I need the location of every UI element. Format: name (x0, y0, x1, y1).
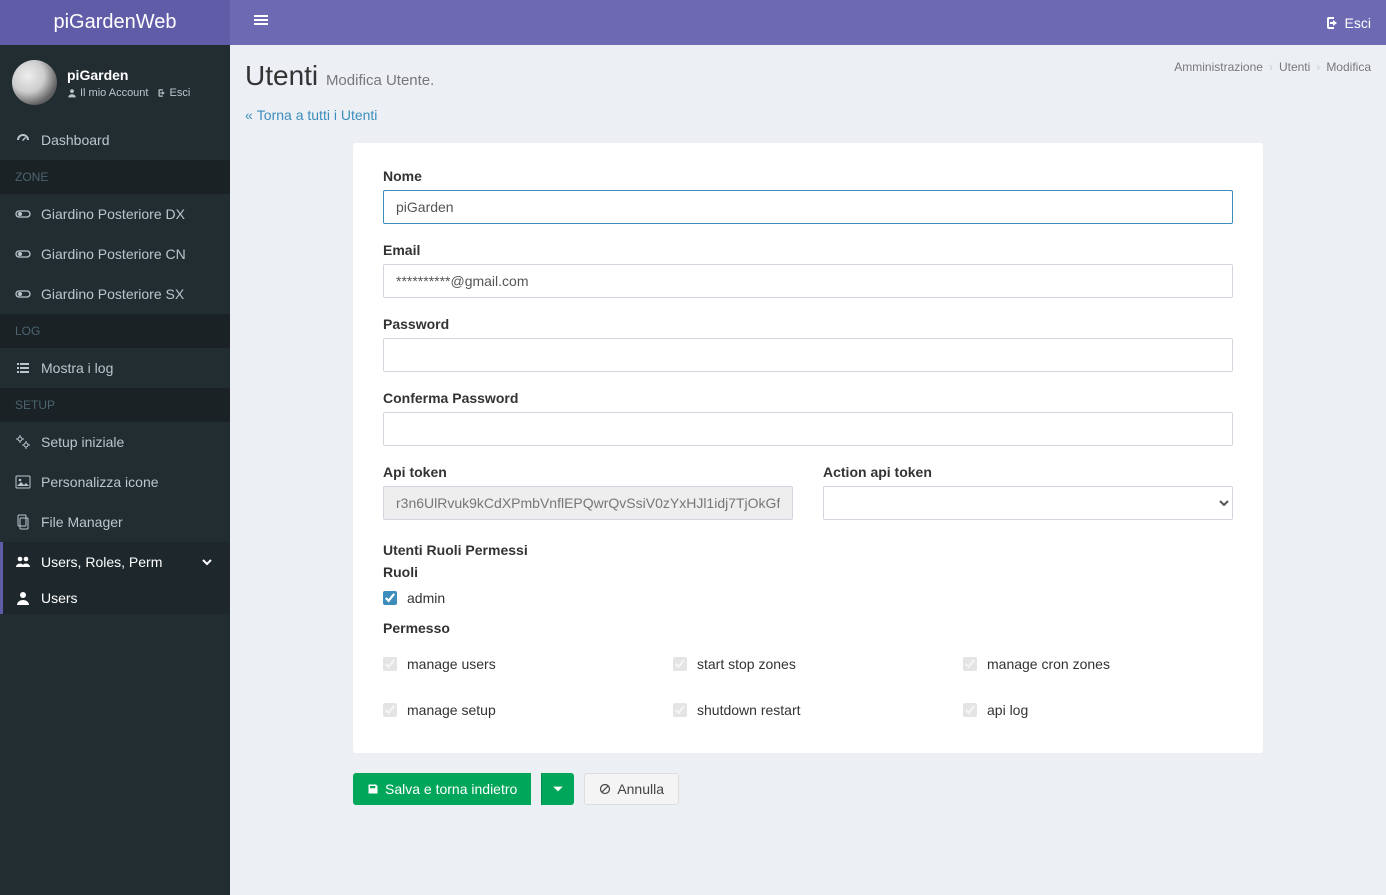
permission-checkbox-1[interactable] (673, 657, 687, 671)
user-name: piGarden (67, 67, 190, 83)
caret-down-icon (552, 783, 564, 795)
bars-icon (253, 12, 269, 28)
files-icon (15, 514, 31, 530)
sign-out-icon (1323, 15, 1339, 31)
sidebar-item-zone-1[interactable]: Giardino Posteriore CN (0, 234, 230, 274)
roles-label: Ruoli (383, 564, 1233, 580)
permission-checkbox-5[interactable] (963, 703, 977, 717)
roles-section-label: Utenti Ruoli Permessi (383, 542, 1233, 558)
cancel-button[interactable]: Annulla (584, 773, 679, 805)
permission-label-3: manage setup (407, 702, 496, 718)
brand-logo[interactable]: piGardenWeb (0, 0, 230, 45)
sidebar-item-dashboard[interactable]: Dashboard (0, 120, 230, 160)
breadcrumb: Amministrazione › Utenti › Modifica (1174, 60, 1371, 74)
dashboard-icon (15, 132, 31, 148)
sidebar-item-zone-2[interactable]: Giardino Posteriore SX (0, 274, 230, 314)
name-input[interactable] (383, 190, 1233, 224)
password-input[interactable] (383, 338, 1233, 372)
breadcrumb-admin[interactable]: Amministrazione (1174, 60, 1263, 74)
action-api-token-select[interactable] (823, 486, 1233, 520)
user-panel: piGarden Il mio Account Esci (0, 45, 230, 120)
sidebar-subitem-users[interactable]: Users (0, 582, 230, 614)
permission-checkbox-3[interactable] (383, 703, 397, 717)
sidebar-item-zone-0[interactable]: Giardino Posteriore DX (0, 194, 230, 234)
user-logout-link[interactable]: Esci (156, 87, 190, 99)
logout-link[interactable]: Esci (1323, 15, 1371, 31)
back-link[interactable]: « Torna a tutti i Utenti (245, 107, 377, 123)
breadcrumb-current: Modifica (1326, 60, 1371, 74)
chevron-down-icon (199, 554, 215, 570)
sidebar-item-users-roles-perm[interactable]: Users, Roles, Perm (0, 542, 230, 582)
breadcrumb-users[interactable]: Utenti (1279, 60, 1310, 74)
chevron-left-icon: « (245, 107, 253, 123)
save-icon (367, 783, 379, 795)
cogs-icon (15, 434, 31, 450)
password-label: Password (383, 316, 1233, 332)
permission-label-5: api log (987, 702, 1028, 718)
image-icon (15, 474, 31, 490)
sidebar-item-icons[interactable]: Personalizza icone (0, 462, 230, 502)
toggle-icon (15, 246, 31, 262)
user-icon (15, 590, 31, 606)
role-checkbox-0[interactable] (383, 591, 397, 605)
role-label-0: admin (407, 590, 445, 606)
list-icon (15, 360, 31, 376)
sidebar-header-zone: ZONE (0, 160, 230, 194)
sidebar-toggle-button[interactable] (245, 4, 277, 41)
permission-label-1: start stop zones (697, 656, 796, 672)
permissions-label: Permesso (383, 620, 1233, 636)
sidebar-item-setup[interactable]: Setup iniziale (0, 422, 230, 462)
group-icon (15, 554, 31, 570)
permission-checkbox-4[interactable] (673, 703, 687, 717)
ban-icon (599, 783, 611, 795)
toggle-icon (15, 286, 31, 302)
password-confirm-label: Conferma Password (383, 390, 1233, 406)
sidebar-header-setup: SETUP (0, 388, 230, 422)
sidebar-header-log: LOG (0, 314, 230, 348)
email-label: Email (383, 242, 1233, 258)
permission-checkbox-2[interactable] (963, 657, 977, 671)
page-subtitle: Modifica Utente. (326, 72, 434, 89)
permission-checkbox-0[interactable] (383, 657, 397, 671)
sidebar-item-filemanager[interactable]: File Manager (0, 502, 230, 542)
sidebar-item-showlog[interactable]: Mostra i log (0, 348, 230, 388)
api-token-input (383, 486, 793, 520)
logout-label: Esci (1345, 15, 1371, 31)
permission-label-0: manage users (407, 656, 496, 672)
permission-label-4: shutdown restart (697, 702, 801, 718)
save-button[interactable]: Salva e torna indietro (353, 773, 531, 805)
avatar (12, 60, 57, 105)
save-dropdown-button[interactable] (541, 773, 574, 805)
permission-label-2: manage cron zones (987, 656, 1110, 672)
email-input[interactable] (383, 264, 1233, 298)
my-account-link[interactable]: Il mio Account (67, 87, 148, 99)
action-api-token-label: Action api token (823, 464, 1233, 480)
password-confirm-input[interactable] (383, 412, 1233, 446)
name-label: Nome (383, 168, 1233, 184)
toggle-icon (15, 206, 31, 222)
api-token-label: Api token (383, 464, 793, 480)
